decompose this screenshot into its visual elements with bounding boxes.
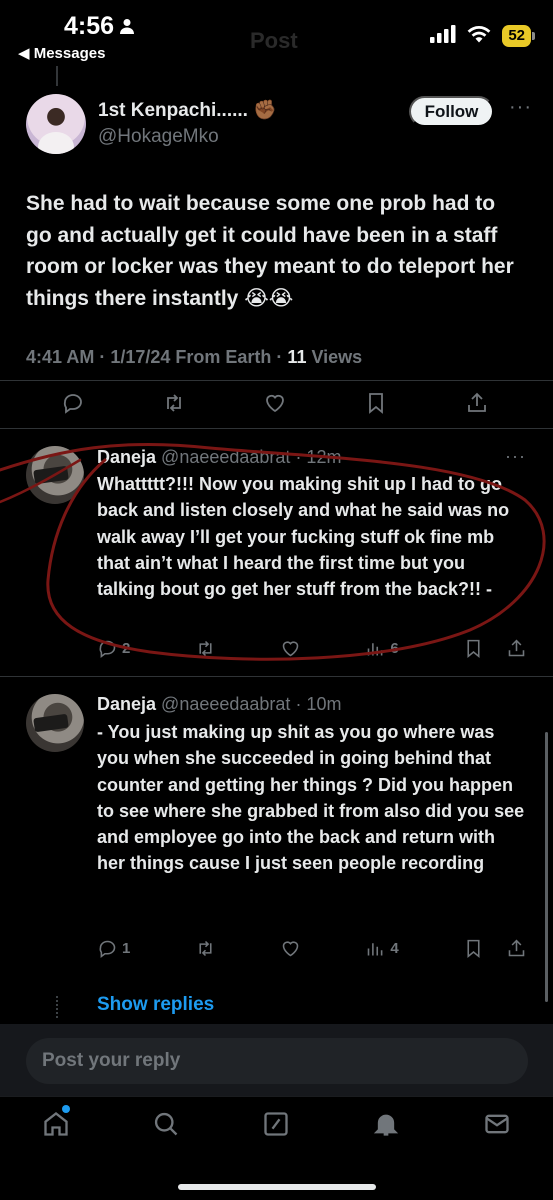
- reply-author-handle[interactable]: @naeeedaabrat: [161, 694, 290, 714]
- reply-icon[interactable]: [60, 390, 86, 416]
- bookmark-icon[interactable]: [463, 938, 484, 959]
- reply-icon: [99, 940, 116, 958]
- views-icon: [368, 943, 383, 956]
- tweet-timestamp: 4:41 AM · 1/17/24 From Earth ·: [26, 347, 288, 367]
- cellular-signal-icon: [430, 24, 456, 48]
- views-action[interactable]: 6: [365, 638, 399, 659]
- status-icons: 52: [430, 24, 535, 48]
- views-count: 6: [390, 640, 399, 657]
- author-avatar[interactable]: [26, 94, 86, 154]
- views-action[interactable]: 4: [365, 938, 399, 959]
- share-icon[interactable]: [506, 938, 527, 959]
- home-indicator: [178, 1184, 376, 1190]
- thread-continuation-dots: [56, 996, 58, 1018]
- bookmark-share: [463, 638, 527, 659]
- status-bar: 4:56 ◀ Messages Post 52: [0, 0, 553, 70]
- new-posts-dot: [62, 1105, 70, 1113]
- like-action[interactable]: [280, 638, 301, 659]
- retweet-action[interactable]: [195, 638, 216, 659]
- views-label: Views: [306, 347, 363, 367]
- reply-author-name[interactable]: Daneja: [97, 447, 156, 467]
- search-icon[interactable]: [150, 1108, 182, 1140]
- views-count[interactable]: 11: [287, 347, 306, 367]
- mail-icon[interactable]: [481, 1108, 513, 1140]
- reply-count: 1: [122, 940, 131, 957]
- scrollbar[interactable]: [545, 732, 548, 1002]
- reply-author-name[interactable]: Daneja: [97, 694, 156, 714]
- reply-actions: 2 6: [97, 638, 527, 659]
- like-icon[interactable]: [262, 390, 288, 416]
- retweet-action[interactable]: [195, 938, 216, 959]
- show-replies-link[interactable]: Show replies: [97, 994, 214, 1016]
- reply-text: Whattttt?!!! Now you making shit up I ha…: [97, 474, 510, 600]
- like-icon: [282, 941, 299, 957]
- tweet-text: She had to wait because some one prob ha…: [26, 192, 514, 310]
- divider: [0, 428, 553, 429]
- reply-action[interactable]: 1: [97, 938, 130, 959]
- reply-header: Daneja @naeeedaabrat · 10m: [97, 694, 341, 715]
- reply-avatar[interactable]: [26, 446, 84, 504]
- reply-action[interactable]: 2: [97, 638, 130, 659]
- back-to-messages-link[interactable]: ◀ Messages: [18, 44, 105, 62]
- reply-avatar[interactable]: [26, 694, 84, 752]
- follow-button[interactable]: Follow: [409, 96, 494, 127]
- thread-line: [56, 66, 58, 86]
- reply-time: · 10m: [295, 694, 342, 714]
- reply-header: Daneja @naeeedaabrat · 12m: [97, 447, 341, 468]
- share-icon[interactable]: [506, 638, 527, 659]
- views-count: 4: [390, 940, 399, 957]
- reply-input[interactable]: [26, 1038, 528, 1084]
- bookmark-icon[interactable]: [363, 390, 389, 416]
- clock: 4:56: [64, 12, 135, 41]
- reply-count: 2: [122, 640, 131, 657]
- author-handle[interactable]: @HokageMko: [98, 126, 219, 148]
- divider: [0, 676, 553, 677]
- share-icon[interactable]: [464, 390, 490, 416]
- author-name[interactable]: 1st Kenpachi...... ✊🏾: [98, 98, 277, 122]
- reply-actions: 1 4: [97, 938, 527, 959]
- views-icon: [368, 643, 383, 656]
- reply-time: · 12m: [295, 447, 342, 467]
- reply-text: - You just making up shit as you go wher…: [97, 722, 525, 874]
- retweet-icon: [199, 640, 212, 657]
- bell-icon[interactable]: [370, 1108, 402, 1140]
- reply-author-handle[interactable]: @naeeedaabrat: [161, 447, 290, 467]
- more-options-icon[interactable]: ···: [505, 446, 526, 467]
- bookmark-icon[interactable]: [463, 638, 484, 659]
- more-options-icon[interactable]: ···: [509, 96, 532, 119]
- wifi-icon: [466, 24, 492, 48]
- reply-icon: [99, 640, 116, 658]
- like-action[interactable]: [280, 938, 301, 959]
- divider: [0, 380, 553, 381]
- page-title: Post: [250, 28, 298, 53]
- like-icon: [282, 641, 299, 657]
- person-icon: [120, 12, 135, 41]
- compose-icon[interactable]: [260, 1108, 292, 1140]
- battery-indicator: 52: [502, 25, 535, 47]
- retweet-icon: [199, 940, 212, 957]
- bookmark-share: [463, 938, 527, 959]
- clock-time: 4:56: [64, 12, 115, 40]
- retweet-icon[interactable]: [161, 390, 187, 416]
- tweet-actions: [60, 390, 490, 416]
- tweet-meta: 4:41 AM · 1/17/24 From Earth · 11 Views: [26, 347, 362, 368]
